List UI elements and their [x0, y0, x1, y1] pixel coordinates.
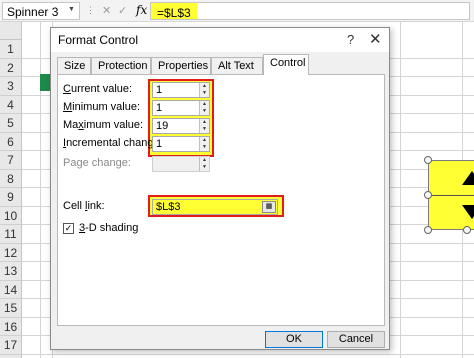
row-header[interactable]: 13 — [0, 262, 22, 281]
incremental-change-field[interactable]: 1 ▲ ▼ — [152, 136, 210, 152]
minimum-value-text: 1 — [156, 102, 163, 114]
cell-link-field[interactable]: $L$3 ▦ — [152, 199, 278, 215]
resize-handle[interactable] — [424, 191, 432, 199]
row-header[interactable]: 5 — [0, 114, 22, 133]
control-tab-panel: Current value: 1 ▲ ▼ Minimum value: 1 ▲ ▼ … — [57, 74, 385, 326]
select-all-corner[interactable] — [0, 22, 22, 40]
row-header[interactable]: 10 — [0, 206, 22, 225]
formula-bar-icons: ⋮ ✕ ✓ fx — [84, 2, 150, 20]
resize-handle[interactable] — [424, 156, 432, 164]
row-header[interactable]: 8 — [0, 169, 22, 188]
row-header[interactable]: 6 — [0, 132, 22, 151]
tab-size[interactable]: Size — [57, 57, 91, 74]
tab-properties[interactable]: Properties — [151, 57, 211, 74]
spinner-down-arrow-icon[interactable] — [462, 205, 474, 219]
maximum-value-label: Maximum value: — [63, 119, 144, 131]
chevron-down-icon[interactable]: ▼ — [68, 6, 75, 13]
minimum-value-field[interactable]: 1 ▲ ▼ — [152, 100, 210, 116]
row-header[interactable]: 11 — [0, 225, 22, 244]
checkmark-icon: ✓ — [64, 223, 73, 233]
confirm-edit-icon[interactable]: ✓ — [118, 4, 127, 17]
row-header[interactable]: 3 — [0, 77, 22, 96]
cell-link-label: Cell link: — [63, 200, 105, 212]
spinner-divider — [429, 195, 474, 196]
row-header[interactable]: 14 — [0, 280, 22, 299]
tab-label: Size — [64, 60, 86, 72]
row-line — [22, 353, 474, 355]
dialog-title: Format Control — [58, 33, 139, 47]
dialog-titlebar[interactable]: Format Control ? ✕ — [51, 28, 389, 52]
help-icon[interactable]: ? — [347, 32, 354, 47]
down-arrow-icon: ▼ — [202, 126, 207, 132]
up-arrow-icon: ▲ — [202, 83, 207, 89]
ok-button[interactable]: OK — [265, 331, 323, 348]
close-icon[interactable]: ✕ — [369, 30, 382, 48]
up-arrow-icon: ▲ — [202, 119, 207, 125]
maximum-value-text: 19 — [156, 120, 169, 132]
row-header[interactable]: 12 — [0, 243, 22, 262]
incremental-change-text: 1 — [156, 138, 163, 150]
down-arrow-icon: ▼ — [202, 164, 207, 170]
cancel-edit-icon[interactable]: ✕ — [102, 4, 111, 17]
page-change-stepper: ▲ ▼ — [199, 157, 209, 171]
formula-input[interactable]: =$L$3 — [150, 2, 470, 20]
up-arrow-icon: ▲ — [202, 157, 207, 163]
down-arrow-icon: ▼ — [202, 90, 207, 96]
tab-label: Control — [270, 57, 306, 69]
tab-label: Protection — [98, 60, 148, 72]
tab-protection[interactable]: Protection — [91, 57, 151, 74]
up-arrow-icon: ▲ — [202, 137, 207, 143]
row-header[interactable]: 2 — [0, 58, 22, 77]
cell-link-text: $L$3 — [156, 201, 181, 213]
down-arrow-icon: ▼ — [202, 108, 207, 114]
maximum-value-field[interactable]: 19 ▲ ▼ — [152, 118, 210, 134]
spinner-up-arrow-icon[interactable] — [462, 171, 474, 185]
tab-alt-text[interactable]: Alt Text — [211, 57, 263, 74]
column-line — [400, 22, 401, 358]
column-line — [40, 22, 41, 358]
incremental-change-label: Incremental change: — [63, 137, 163, 149]
format-control-dialog: Format Control ? ✕ Size Protection Prope… — [50, 27, 390, 350]
formula-text: =$L$3 — [151, 3, 197, 20]
incremental-change-stepper[interactable]: ▲ ▼ — [199, 137, 209, 151]
name-box-value: Spinner 3 — [7, 5, 59, 19]
current-value-text: 1 — [156, 84, 163, 96]
page-change-label: Page change: — [63, 157, 131, 169]
shading-checkbox[interactable]: ✓ — [63, 223, 74, 234]
current-value-stepper[interactable]: ▲ ▼ — [199, 83, 209, 97]
page-change-field: ▲ ▼ — [152, 156, 210, 172]
formula-bar: Spinner 3 ▼ ⋮ ✕ ✓ fx =$L$3 — [0, 0, 474, 22]
shading-label: 3-D shading — [79, 222, 139, 234]
minimum-value-stepper[interactable]: ▲ ▼ — [199, 101, 209, 115]
row-header[interactable]: 7 — [0, 151, 22, 170]
more-icon: ⋮ — [86, 5, 95, 15]
tab-label: Properties — [158, 60, 209, 72]
tab-control[interactable]: Control — [263, 54, 309, 75]
row-header[interactable]: 17 — [0, 336, 22, 355]
minimum-value-label: Minimum value: — [63, 101, 141, 113]
current-value-label: Current value: — [63, 83, 133, 95]
row-header[interactable]: 1 — [0, 40, 22, 59]
collapse-dialog-icon[interactable]: ▦ — [262, 201, 276, 213]
row-header[interactable]: 18 — [0, 354, 22, 358]
resize-handle[interactable] — [463, 226, 471, 234]
down-arrow-icon: ▼ — [202, 144, 207, 150]
row-header[interactable]: 15 — [0, 299, 22, 318]
up-arrow-icon: ▲ — [202, 101, 207, 107]
row-header[interactable]: 16 — [0, 317, 22, 336]
tab-strip: Size Protection Properties Alt Text Cont… — [57, 54, 385, 75]
current-value-field[interactable]: 1 ▲ ▼ — [152, 82, 210, 98]
resize-handle[interactable] — [424, 226, 432, 234]
insert-function-icon[interactable]: fx — [136, 3, 147, 17]
cancel-button[interactable]: Cancel — [327, 331, 385, 348]
row-header[interactable]: 4 — [0, 95, 22, 114]
maximum-value-stepper[interactable]: ▲ ▼ — [199, 119, 209, 133]
spinner-control[interactable] — [428, 160, 474, 230]
tab-label: Alt Text — [218, 60, 254, 72]
row-header[interactable]: 9 — [0, 188, 22, 207]
